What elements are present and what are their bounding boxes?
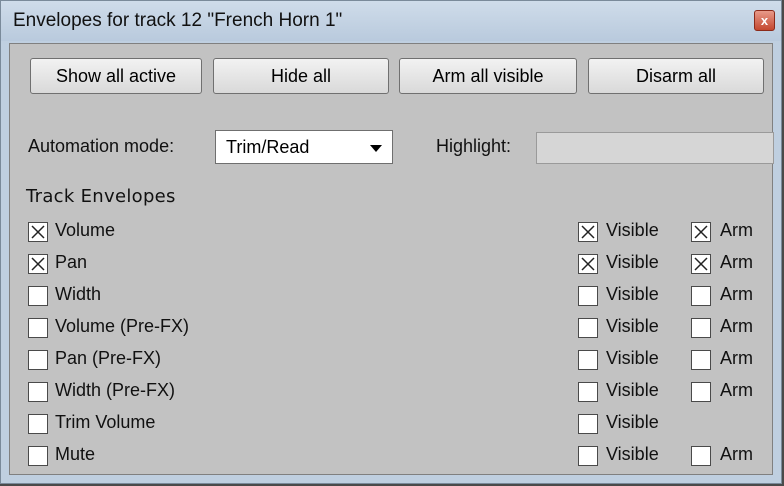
hide-all-button[interactable]: Hide all — [213, 58, 389, 94]
envelope-checkbox[interactable] — [28, 382, 48, 402]
automation-mode-label: Automation mode: — [28, 136, 175, 156]
envelope-name: Width — [55, 284, 102, 304]
visible-label: Visible — [606, 220, 659, 240]
envelope-name: Width (Pre-FX) — [55, 380, 176, 400]
arm-label: Arm — [720, 444, 753, 464]
envelope-name: Pan — [55, 252, 88, 272]
envelope-checkbox[interactable] — [28, 350, 48, 370]
arm-all-visible-button[interactable]: Arm all visible — [399, 58, 577, 94]
arm-label: Arm — [720, 348, 753, 368]
envelope-name: Pan (Pre-FX) — [55, 348, 162, 368]
visible-checkbox[interactable] — [578, 446, 598, 466]
window-title: Envelopes for track 12 "French Horn 1" — [13, 10, 343, 31]
arm-checkbox[interactable] — [691, 254, 711, 274]
envelope-checkbox[interactable] — [28, 446, 48, 466]
arm-checkbox[interactable] — [691, 318, 711, 338]
visible-checkbox[interactable] — [578, 222, 598, 242]
arm-label: Arm — [720, 284, 753, 304]
visible-checkbox[interactable] — [578, 414, 598, 434]
visible-label: Visible — [606, 252, 659, 272]
visible-label: Visible — [606, 348, 659, 368]
visible-checkbox[interactable] — [578, 286, 598, 306]
arm-label: Arm — [720, 380, 753, 400]
track-envelopes-title: Track Envelopes — [26, 186, 176, 207]
arm-checkbox[interactable] — [691, 286, 711, 306]
arm-checkbox[interactable] — [691, 350, 711, 370]
visible-checkbox[interactable] — [578, 254, 598, 274]
envelope-checkbox[interactable] — [28, 286, 48, 306]
visible-label: Visible — [606, 412, 659, 432]
visible-label: Visible — [606, 380, 659, 400]
arm-label: Arm — [720, 316, 753, 336]
disarm-all-button[interactable]: Disarm all — [588, 58, 764, 94]
automation-mode-select[interactable]: Trim/Read — [215, 130, 393, 164]
visible-label: Visible — [606, 316, 659, 336]
envelope-checkbox[interactable] — [28, 222, 48, 242]
highlight-label: Highlight: — [436, 136, 512, 156]
automation-mode-value: Trim/Read — [226, 137, 310, 157]
title-bar[interactable]: Envelopes for track 12 "French Horn 1" x — [1, 1, 781, 41]
show-all-active-button[interactable]: Show all active — [30, 58, 202, 94]
envelope-checkbox[interactable] — [28, 318, 48, 338]
arm-checkbox[interactable] — [691, 382, 711, 402]
arm-label: Arm — [720, 220, 753, 240]
envelope-name: Trim Volume — [55, 412, 156, 432]
visible-checkbox[interactable] — [578, 382, 598, 402]
arm-checkbox[interactable] — [691, 222, 711, 242]
close-icon[interactable]: x — [754, 10, 775, 31]
envelopes-window: Envelopes for track 12 "French Horn 1" x… — [0, 0, 782, 484]
visible-checkbox[interactable] — [578, 318, 598, 338]
visible-label: Visible — [606, 284, 659, 304]
chevron-down-icon — [370, 145, 382, 152]
envelope-name: Volume (Pre-FX) — [55, 316, 190, 336]
envelope-name: Volume — [55, 220, 116, 240]
envelope-checkbox[interactable] — [28, 254, 48, 274]
envelope-checkbox[interactable] — [28, 414, 48, 434]
dialog-body: Show all active Hide all Arm all visible… — [9, 43, 774, 475]
highlight-field[interactable] — [536, 132, 774, 164]
visible-label: Visible — [606, 444, 659, 464]
arm-label: Arm — [720, 252, 753, 272]
visible-checkbox[interactable] — [578, 350, 598, 370]
arm-checkbox[interactable] — [691, 446, 711, 466]
envelope-name: Mute — [55, 444, 96, 464]
